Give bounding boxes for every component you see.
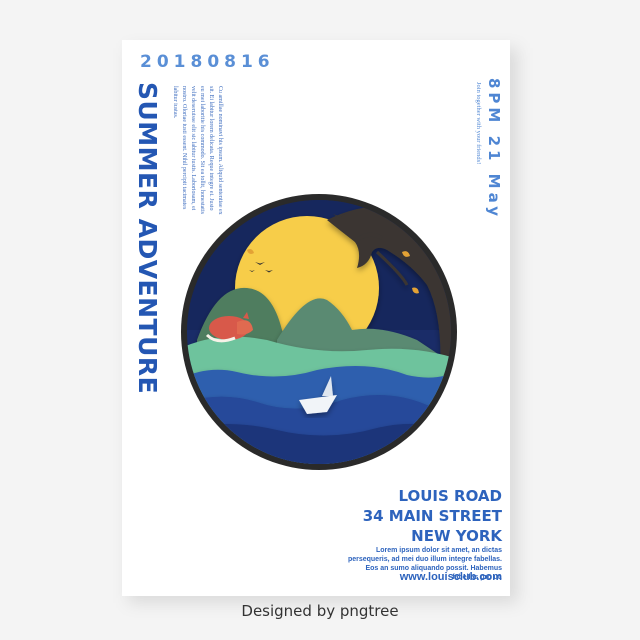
address-line: NEW YORK — [411, 527, 502, 545]
papercut-illustration — [181, 194, 457, 470]
event-date: 20180816 — [140, 52, 275, 72]
poster-title: SUMMER ADVENTURE — [133, 82, 162, 395]
designer-credit: Designed by pngtree — [241, 602, 399, 620]
event-time: 8PM 21 May — [485, 78, 503, 221]
address-line: 34 MAIN STREET — [362, 507, 502, 525]
right-tagline: Join together with your friends! — [475, 82, 482, 165]
address-block: LOUIS ROAD 34 MAIN STREET NEW YORK — [363, 486, 502, 546]
address-line: LOUIS ROAD — [398, 487, 502, 505]
website-link[interactable]: www.louisclub.com — [400, 571, 502, 583]
poster: 20180816 SUMMER ADVENTURE Cu amillae nom… — [122, 40, 510, 596]
